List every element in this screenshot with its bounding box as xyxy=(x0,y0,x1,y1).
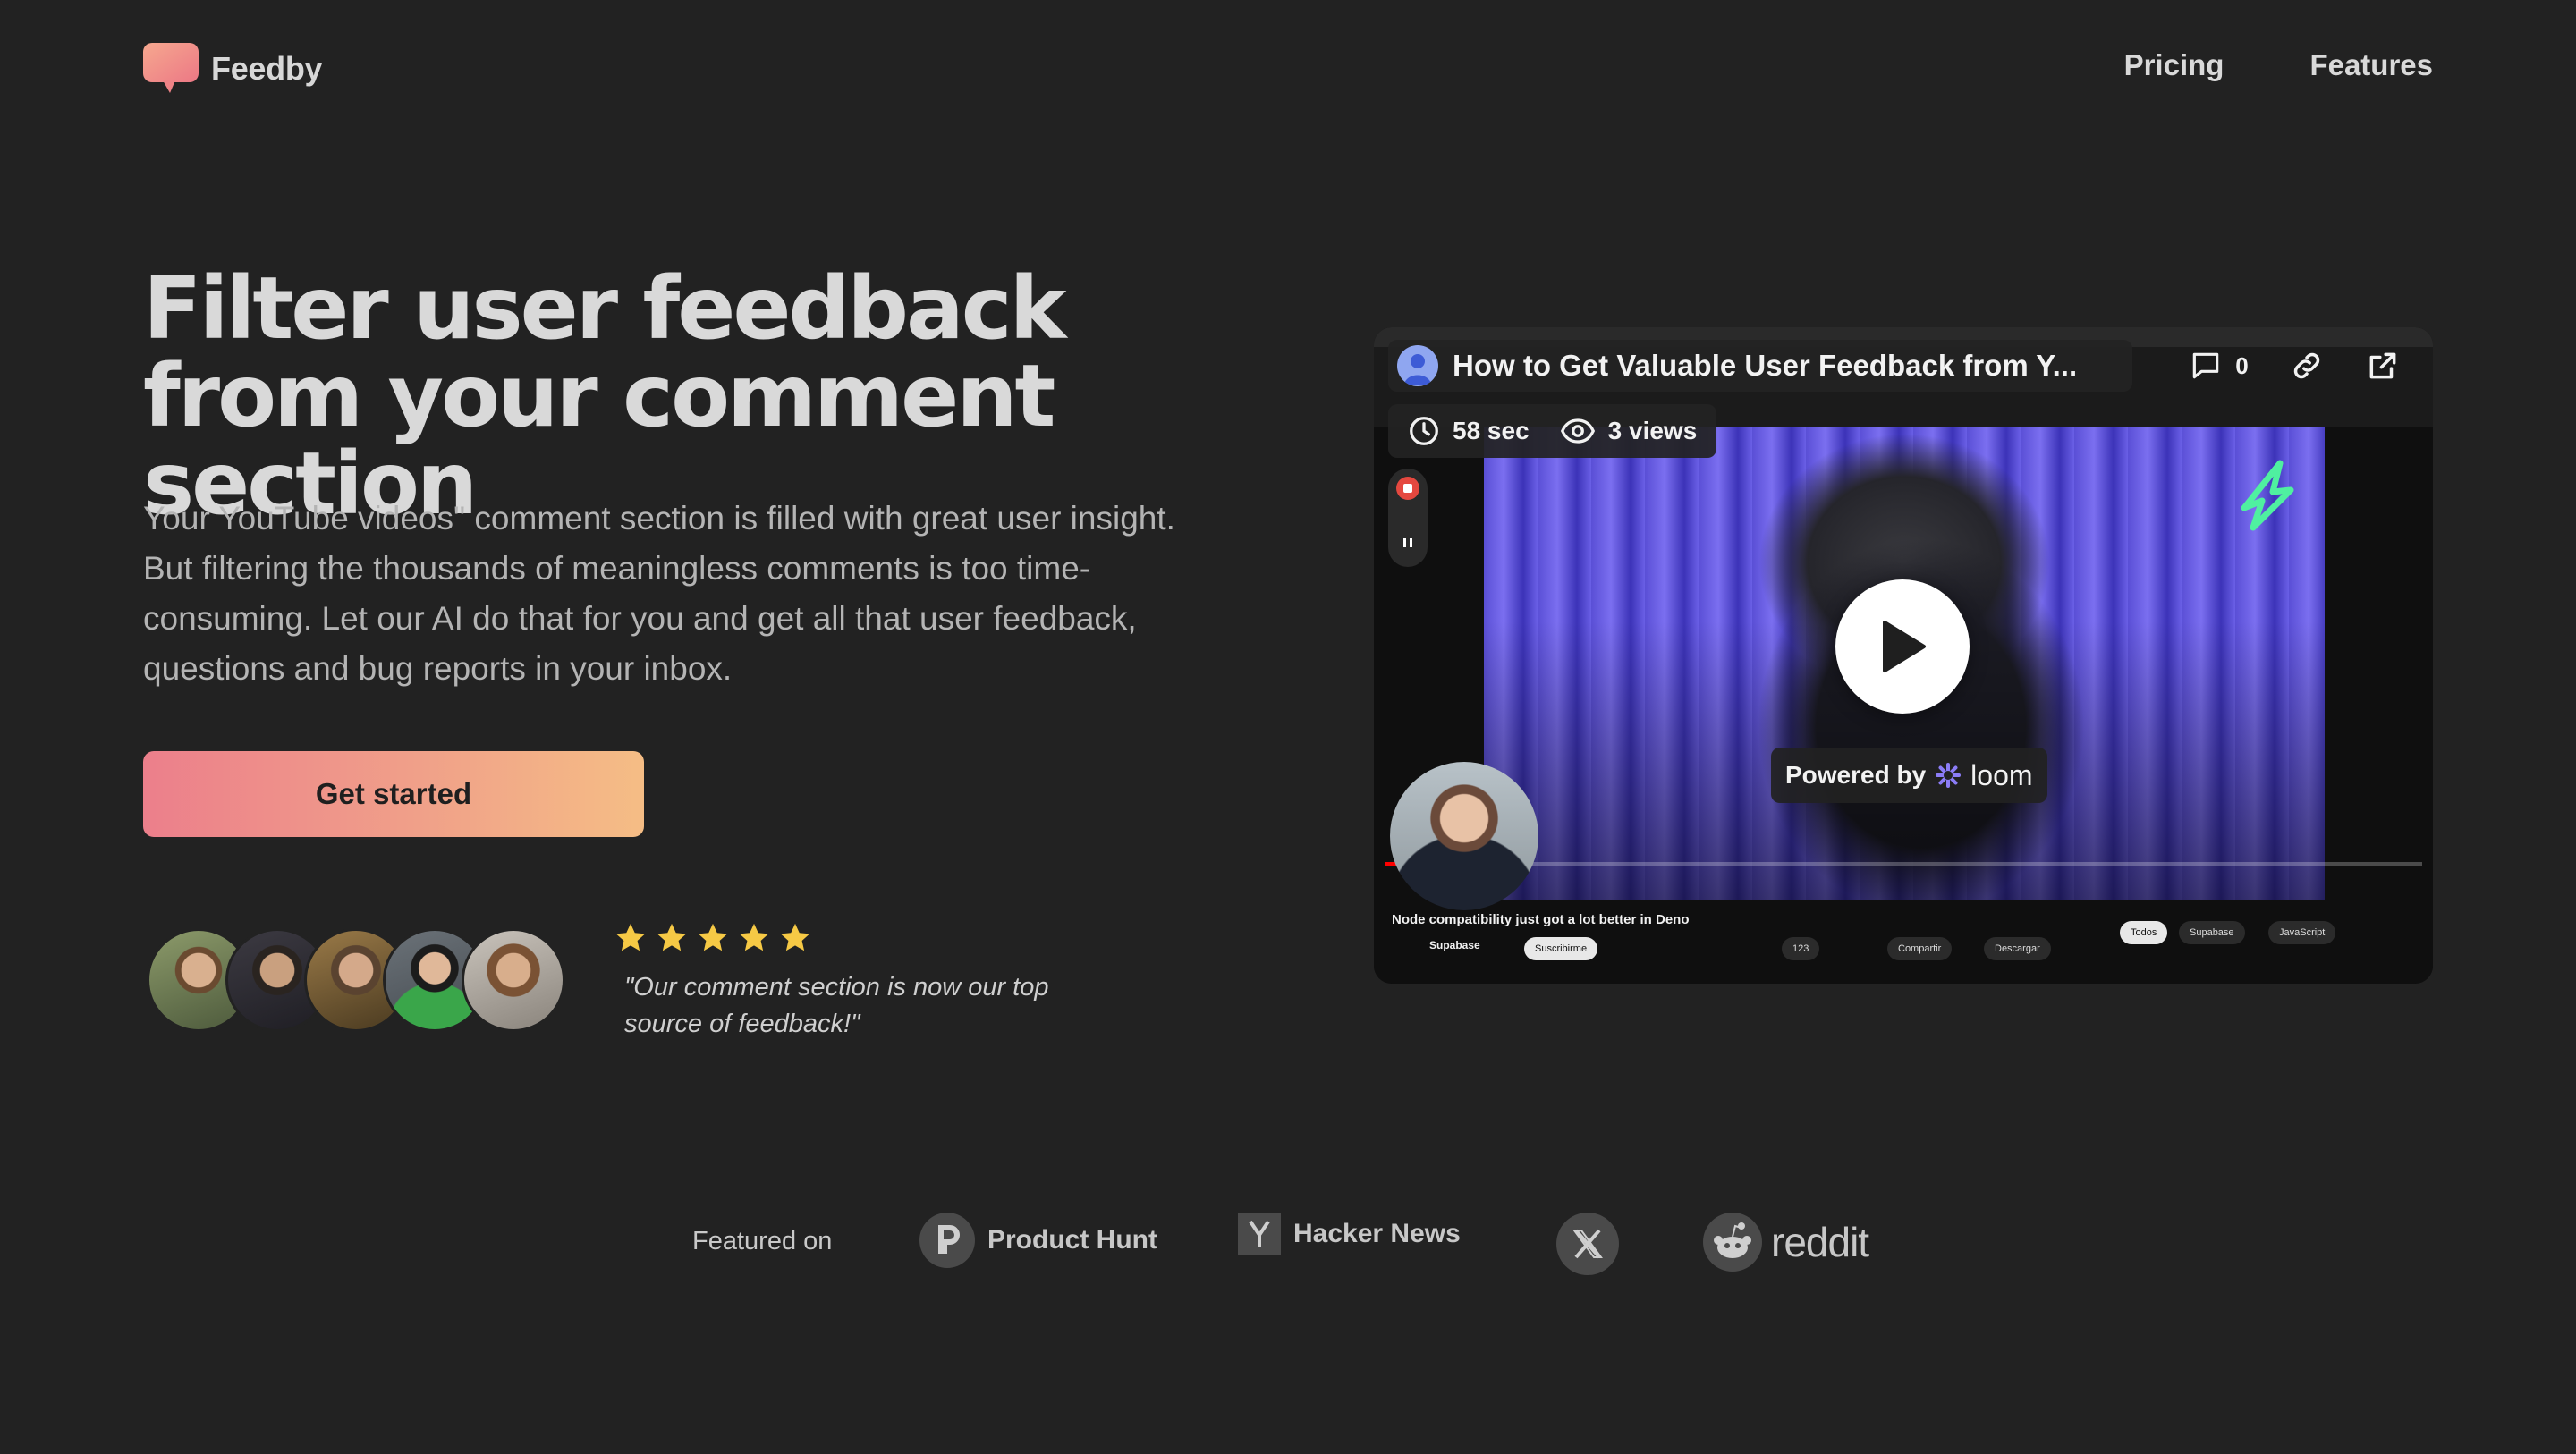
product-hunt-link[interactable]: Product Hunt xyxy=(919,1213,1157,1268)
hacker-news-icon xyxy=(1238,1213,1281,1255)
avatar xyxy=(462,928,565,1032)
video-title[interactable]: How to Get Valuable User Feedback from Y… xyxy=(1453,349,2114,383)
hero-description: Your YouTube videos" comment section is … xyxy=(143,500,1175,687)
subscribe-button: Suscribirme xyxy=(1524,937,1598,960)
nav-pricing-link[interactable]: Pricing xyxy=(2124,48,2224,82)
hacker-news-name: Hacker News xyxy=(1293,1219,1461,1248)
supabase-logo-icon xyxy=(2241,460,2294,531)
comments-button[interactable]: 0 xyxy=(2189,349,2249,383)
get-started-button[interactable]: Get started xyxy=(143,751,644,837)
featured-on-section: Featured on Product Hunt Hacker News red… xyxy=(0,1209,2576,1281)
powered-by-loom-badge[interactable]: Powered by loom xyxy=(1771,748,2047,803)
comments-count: 0 xyxy=(2235,351,2249,379)
embedded-video-title: Node compatibility just got a lot better… xyxy=(1392,912,1690,927)
x-logo-icon xyxy=(1556,1213,1619,1275)
loom-video-embed[interactable]: Node compatibility just got a lot better… xyxy=(1374,327,2433,984)
duration-text: 58 sec xyxy=(1453,417,1530,444)
hacker-news-link[interactable]: Hacker News xyxy=(1238,1213,1461,1255)
chip-supabase: Supabase xyxy=(2179,921,2245,944)
play-button[interactable] xyxy=(1835,579,1970,714)
video-meta: 58 sec 3 views xyxy=(1388,404,1717,458)
loom-logo-icon xyxy=(1936,763,1962,788)
presenter-camera-bubble xyxy=(1390,762,1538,910)
featured-label: Featured on xyxy=(692,1227,833,1255)
loom-title-bar: How to Get Valuable User Feedback from Y… xyxy=(1388,340,2132,392)
star-icon xyxy=(739,923,769,951)
nav-features-link[interactable]: Features xyxy=(2309,48,2433,82)
recording-controls xyxy=(1388,469,1428,567)
embedded-channel-name: Supabase xyxy=(1429,939,1480,951)
testimonial-quote: "Our comment section is now our top sour… xyxy=(624,973,1049,1038)
share-button: Compartir xyxy=(1887,937,1953,960)
reddit-icon xyxy=(1703,1213,1762,1272)
brand-name: Feedby xyxy=(211,50,323,87)
views: 3 views xyxy=(1560,415,1698,447)
loom-wordmark: loom xyxy=(1970,758,2033,791)
product-hunt-name: Product Hunt xyxy=(987,1225,1157,1255)
video-actions: 0 xyxy=(2168,340,2420,392)
star-icon xyxy=(615,923,646,951)
download-button: Descargar xyxy=(1984,937,2051,960)
brand-logo[interactable]: Feedby xyxy=(143,43,323,95)
external-link-icon[interactable] xyxy=(2366,349,2400,383)
chip-javascript: JavaScript xyxy=(2268,921,2336,944)
speech-bubble-logo-icon xyxy=(143,43,199,95)
x-link[interactable] xyxy=(1556,1213,1619,1275)
hero-title: Filter user feedback from your comment s… xyxy=(143,258,1066,534)
play-icon xyxy=(1883,621,1926,672)
reddit-wordmark: reddit xyxy=(1771,1219,1869,1265)
reddit-link[interactable]: reddit xyxy=(1703,1213,1869,1272)
powered-by-text: Powered by xyxy=(1785,761,1927,789)
video-progress-bar[interactable] xyxy=(1385,862,2422,866)
star-icon xyxy=(780,923,810,951)
comment-icon xyxy=(2193,352,2219,379)
link-icon[interactable] xyxy=(2290,349,2324,383)
five-star-rating xyxy=(614,921,812,955)
star-icon xyxy=(698,923,728,951)
duration: 58 sec xyxy=(1408,415,1530,447)
views-text: 3 views xyxy=(1607,417,1698,444)
top-nav: Pricing Features xyxy=(2124,48,2433,82)
eye-icon xyxy=(1560,418,1595,444)
clock-icon xyxy=(1410,417,1438,445)
customer-avatars xyxy=(147,928,576,1034)
product-hunt-icon xyxy=(919,1213,975,1268)
star-icon xyxy=(657,923,687,951)
like-count: 123 xyxy=(1782,937,1820,960)
creator-avatar xyxy=(1397,345,1438,386)
chip-all: Todos xyxy=(2120,921,2168,944)
